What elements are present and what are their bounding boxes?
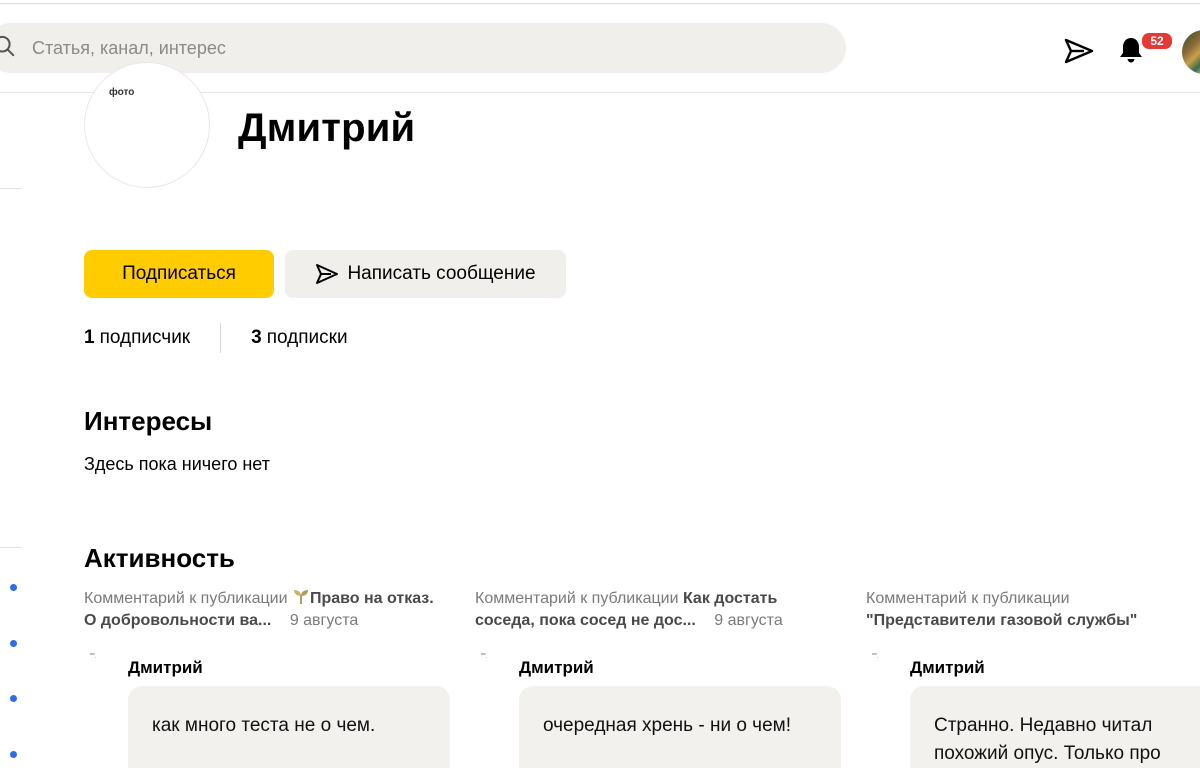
subscribe-button[interactable]: Подписаться (84, 250, 274, 298)
plant-emoji-icon (293, 590, 308, 604)
activity-card[interactable]: Комментарий к публикации "Представители … (866, 588, 1200, 768)
activity-comment[interactable]: Странно. Недавно читал похожий опус. Тол… (910, 686, 1200, 768)
sidebar-divider (0, 188, 22, 189)
activity-title: Активность (84, 543, 235, 573)
followers-label: подписчик (99, 327, 191, 348)
followers-count: 1 (84, 327, 95, 348)
sidebar-dot-icon[interactable] (10, 751, 17, 758)
activity-publication-link[interactable]: "Представители газовой службы" (866, 612, 1137, 629)
activity-prefix: Комментарий к публикации (475, 590, 679, 607)
activity-comment[interactable]: как много теста не о чем. (128, 686, 450, 768)
activity-card[interactable]: Комментарий к публикации Как достать сос… (475, 588, 841, 768)
activity-card[interactable]: Комментарий к публикации Право на отказ.… (84, 588, 450, 768)
activity-prefix: Комментарий к публикации (84, 590, 288, 607)
interests-title: Интересы (84, 406, 213, 436)
send-message-icon[interactable] (1064, 38, 1094, 64)
profile-avatar: фото (84, 62, 210, 188)
notifications-badge: 52 (1140, 31, 1174, 51)
following-link[interactable]: 3 подписки (251, 327, 347, 349)
activity-prefix: Комментарий к публикации (866, 590, 1070, 607)
activity-meta: Комментарий к публикации Право на отказ.… (84, 588, 444, 632)
followers-link[interactable]: 1 подписчик (84, 327, 190, 349)
write-message-label: Написать сообщение (347, 263, 536, 284)
activity-author[interactable]: Дмитрий (519, 658, 594, 678)
activity-author[interactable]: Дмитрий (128, 658, 203, 678)
author-avatar: ▔· (481, 655, 488, 661)
activity-author[interactable]: Дмитрий (910, 658, 985, 678)
sidebar-dot-icon[interactable] (10, 584, 17, 591)
sidebar-divider (0, 547, 22, 548)
interests-empty-text: Здесь пока ничего нет (84, 454, 270, 474)
user-avatar[interactable] (1182, 30, 1200, 74)
write-message-button[interactable]: Написать сообщение (285, 250, 566, 298)
activity-meta: Комментарий к публикации Как достать сос… (475, 588, 835, 632)
notifications-button[interactable]: 52 (1118, 31, 1174, 68)
send-icon (316, 264, 339, 284)
author-avatar: ▔· (872, 655, 879, 661)
following-count: 3 (251, 327, 262, 348)
activity-date: 9 августа (714, 612, 783, 629)
activity-date: 9 августа (289, 612, 359, 629)
profile-avatar-text: фото (109, 87, 135, 98)
activity-comment[interactable]: очередная хрень - ни о чем! (519, 686, 841, 768)
search-icon (0, 35, 15, 57)
sidebar-dot-icon[interactable] (10, 640, 17, 647)
sidebar-dot-icon[interactable] (10, 695, 17, 702)
profile-stats: 1 подписчик 3 подписки (84, 323, 348, 353)
following-label: подписки (266, 327, 348, 348)
activity-meta: Комментарий к публикации "Представители … (866, 588, 1200, 632)
profile-name: Дмитрий (238, 106, 416, 150)
author-avatar: ▔· (90, 655, 97, 661)
stats-divider (220, 323, 222, 353)
